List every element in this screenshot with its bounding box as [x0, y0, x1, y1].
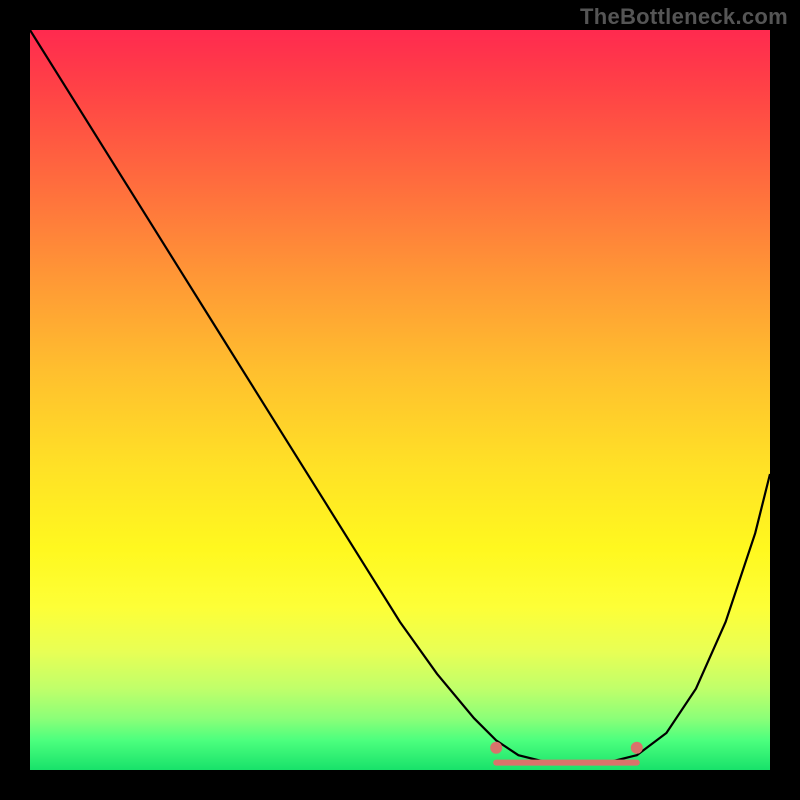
watermark-text: TheBottleneck.com — [580, 4, 788, 30]
chart-svg — [30, 30, 770, 770]
optimal-marker-right — [631, 742, 643, 754]
chart-frame: TheBottleneck.com — [0, 0, 800, 800]
bottleneck-curve — [30, 30, 770, 763]
plot-area — [30, 30, 770, 770]
optimal-marker-left — [490, 742, 502, 754]
